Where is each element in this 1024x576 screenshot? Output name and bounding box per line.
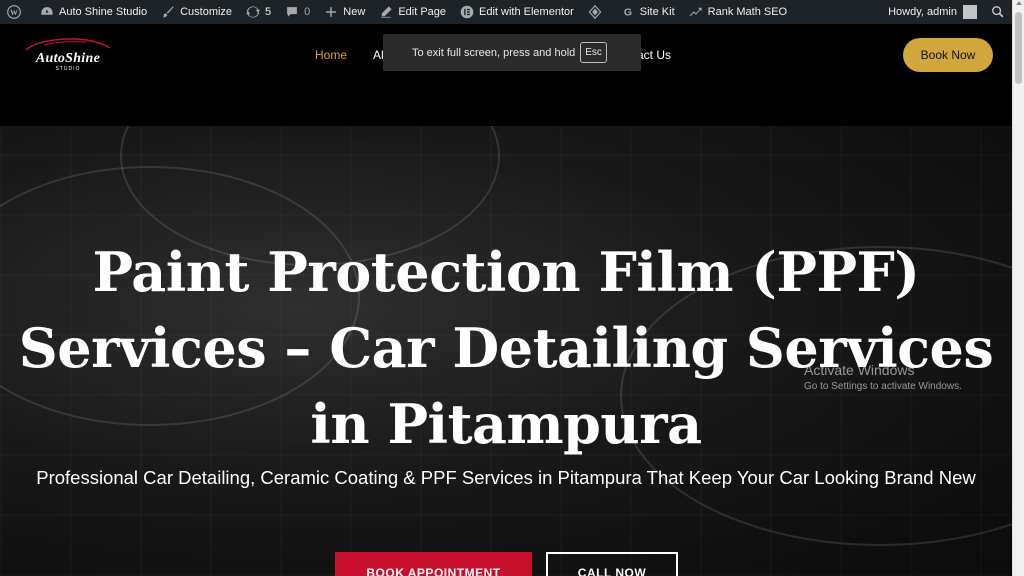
fullscreen-toast-text: To exit full screen, press and hold xyxy=(412,46,576,59)
nav-contact[interactable]: act Us xyxy=(637,48,671,62)
activate-windows-subtitle: Go to Settings to activate Windows. xyxy=(804,381,962,392)
dashboard-icon xyxy=(40,5,54,19)
pencil-icon xyxy=(379,5,393,19)
car-silhouette-icon xyxy=(25,38,111,51)
avatar xyxy=(963,5,977,19)
updates-count: 5 xyxy=(265,6,272,18)
edit-elementor-menu[interactable]: Edit with Elementor xyxy=(453,0,581,24)
diamond-icon xyxy=(588,5,602,19)
svg-text:G: G xyxy=(624,7,632,19)
edit-page-menu[interactable]: Edit Page xyxy=(372,0,453,24)
esc-key-hint: Esc xyxy=(580,42,607,63)
logo-name: AutoShine xyxy=(35,51,101,66)
customize-label: Customize xyxy=(180,6,233,18)
book-appointment-button[interactable]: BOOK APPOINTMENT xyxy=(335,552,532,576)
site-kit-label: Site Kit xyxy=(639,6,675,18)
hero-subtitle: Professional Car Detailing, Ceramic Coat… xyxy=(36,467,976,488)
call-now-button[interactable]: CALL NOW xyxy=(546,552,678,576)
search-icon xyxy=(991,5,1005,19)
scroll-up-arrow-icon[interactable] xyxy=(1016,1,1022,5)
paintbrush-icon xyxy=(161,5,175,19)
diamond-menu[interactable] xyxy=(581,0,614,24)
site-name-menu[interactable]: Auto Shine Studio xyxy=(33,0,154,24)
admin-bar-secondary: Howdy, admin xyxy=(881,0,1012,24)
wordpress-icon: W xyxy=(7,5,21,19)
updates-icon xyxy=(246,5,261,19)
wp-admin-bar: W Auto Shine Studio Customize 5 0 New Ed… xyxy=(0,0,1012,24)
rank-math-icon xyxy=(689,5,703,19)
comment-icon xyxy=(285,5,299,19)
comments-menu[interactable]: 0 xyxy=(278,0,317,24)
new-content-menu[interactable]: New xyxy=(317,0,372,24)
fullscreen-exit-toast: To exit full screen, press and hold Esc xyxy=(383,34,641,71)
hero-section: Paint Protection Film (PPF) Services – C… xyxy=(0,126,1012,576)
scrollbar-thumb[interactable] xyxy=(1015,12,1022,84)
google-g-icon: G xyxy=(621,5,635,19)
comments-count: 0 xyxy=(304,6,311,18)
nav-home[interactable]: Home xyxy=(315,48,347,62)
updates-menu[interactable]: 5 xyxy=(239,0,278,24)
logo-subtitle: STUDIO xyxy=(55,66,81,72)
howdy-label: Howdy, admin xyxy=(888,6,957,18)
activate-windows-watermark: Activate Windows Go to Settings to activ… xyxy=(804,362,962,392)
activate-windows-title: Activate Windows xyxy=(804,362,915,378)
edit-page-label: Edit Page xyxy=(398,6,447,18)
site-kit-menu[interactable]: G Site Kit xyxy=(614,0,682,24)
my-account-menu[interactable]: Howdy, admin xyxy=(881,0,984,24)
rank-math-label: Rank Math SEO xyxy=(707,6,788,18)
rank-math-menu[interactable]: Rank Math SEO xyxy=(682,0,794,24)
customize-menu[interactable]: Customize xyxy=(154,0,239,24)
edit-elementor-label: Edit with Elementor xyxy=(479,6,574,18)
new-label: New xyxy=(343,6,366,18)
site-name-label: Auto Shine Studio xyxy=(59,6,148,18)
wordpress-logo-menu[interactable]: W xyxy=(0,0,33,24)
site-logo[interactable]: AutoShine STUDIO xyxy=(20,36,116,76)
admin-search[interactable] xyxy=(984,0,1012,24)
page-scrollbar[interactable] xyxy=(1012,0,1024,576)
hero-title: Paint Protection Film (PPF) Services – C… xyxy=(18,240,994,456)
svg-text:W: W xyxy=(10,8,18,17)
plus-icon xyxy=(324,5,338,19)
book-now-button[interactable]: Book Now xyxy=(903,38,993,72)
elementor-icon xyxy=(460,5,474,19)
